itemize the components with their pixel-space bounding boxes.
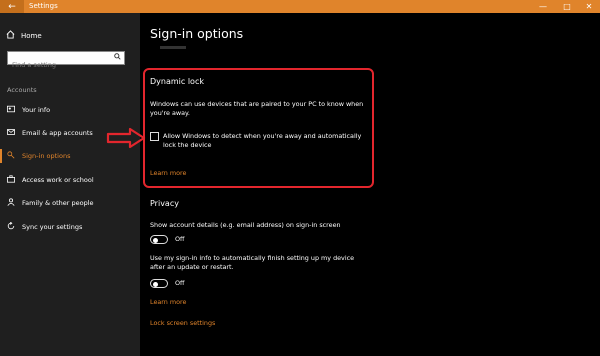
lock-screen-settings-link[interactable]: Lock screen settings bbox=[150, 319, 215, 327]
person-card-icon bbox=[6, 105, 16, 115]
main-content: Sign-in options Dynamic lock Windows can… bbox=[140, 13, 600, 356]
use-sign-in-info-toggle[interactable] bbox=[150, 279, 168, 288]
sidebar-item-family-other-people[interactable]: Family & other people bbox=[0, 192, 140, 214]
mail-icon bbox=[6, 128, 16, 138]
section-label-accounts: Accounts bbox=[7, 86, 37, 94]
key-icon bbox=[6, 151, 16, 161]
search-input[interactable] bbox=[8, 59, 108, 71]
search-icon bbox=[114, 53, 121, 62]
close-icon: ✕ bbox=[585, 2, 593, 11]
sidebar-item-label: Your info bbox=[22, 106, 51, 114]
back-arrow-icon: ← bbox=[8, 1, 16, 12]
back-button[interactable]: ← bbox=[0, 0, 24, 13]
privacy-setting2-label-line1: Use my sign-in info to automatically fin… bbox=[150, 254, 355, 262]
page-title: Sign-in options bbox=[150, 26, 244, 41]
dynamic-lock-checkbox-label-line1: Allow Windows to detect when you're away… bbox=[163, 132, 362, 140]
dynamic-lock-checkbox[interactable] bbox=[150, 132, 159, 141]
privacy-learn-more-link[interactable]: Learn more bbox=[150, 298, 186, 306]
people-icon bbox=[6, 198, 16, 208]
toggle-knob bbox=[153, 237, 158, 243]
search-box[interactable] bbox=[7, 51, 125, 71]
home-icon bbox=[6, 30, 16, 41]
briefcase-icon bbox=[6, 175, 16, 185]
sidebar-item-label: Sign-in options bbox=[22, 152, 71, 160]
scroll-fade-divider bbox=[160, 46, 186, 49]
sidebar-item-label: Access work or school bbox=[22, 176, 94, 184]
nav-home[interactable]: Home bbox=[6, 30, 42, 41]
sidebar-item-access-work-school[interactable]: Access work or school bbox=[0, 169, 140, 191]
toggle2-state-label: Off bbox=[175, 279, 185, 287]
sidebar-item-label: Sync your settings bbox=[22, 223, 83, 231]
privacy-setting2-label-line2: after an update or restart. bbox=[150, 263, 234, 271]
sidebar-item-label: Family & other people bbox=[22, 199, 94, 207]
maximize-icon: □ bbox=[563, 2, 571, 11]
privacy-setting1-label: Show account details (e.g. email address… bbox=[150, 221, 341, 229]
sidebar-item-your-info[interactable]: Your info bbox=[0, 99, 140, 121]
sidebar-item-sync-settings[interactable]: Sync your settings bbox=[0, 216, 140, 238]
nav-home-label: Home bbox=[21, 31, 42, 40]
close-button[interactable]: ✕ bbox=[578, 0, 600, 13]
dynamic-lock-description-line2: you're away. bbox=[150, 109, 190, 117]
minimize-icon: — bbox=[539, 2, 547, 11]
toggle-knob bbox=[153, 281, 158, 287]
minimize-button[interactable]: — bbox=[532, 0, 554, 13]
toggle1-state-label: Off bbox=[175, 235, 185, 243]
annotation-arrow-icon bbox=[106, 127, 146, 149]
dynamic-lock-description-line1: Windows can use devices that are paired … bbox=[150, 100, 364, 108]
sidebar: Home Accounts Your info Email & app acco… bbox=[0, 13, 140, 356]
dynamic-lock-learn-more-link[interactable]: Learn more bbox=[150, 169, 186, 177]
privacy-heading: Privacy bbox=[150, 199, 179, 208]
dynamic-lock-checkbox-label-line2: lock the device bbox=[163, 141, 212, 149]
sidebar-item-label: Email & app accounts bbox=[22, 129, 93, 137]
maximize-button[interactable]: □ bbox=[556, 0, 578, 13]
sync-icon bbox=[6, 221, 16, 232]
window-title: Settings bbox=[29, 2, 58, 10]
dynamic-lock-heading: Dynamic lock bbox=[150, 77, 204, 86]
title-bar: ← Settings — □ ✕ bbox=[0, 0, 600, 13]
show-account-details-toggle[interactable] bbox=[150, 235, 168, 244]
